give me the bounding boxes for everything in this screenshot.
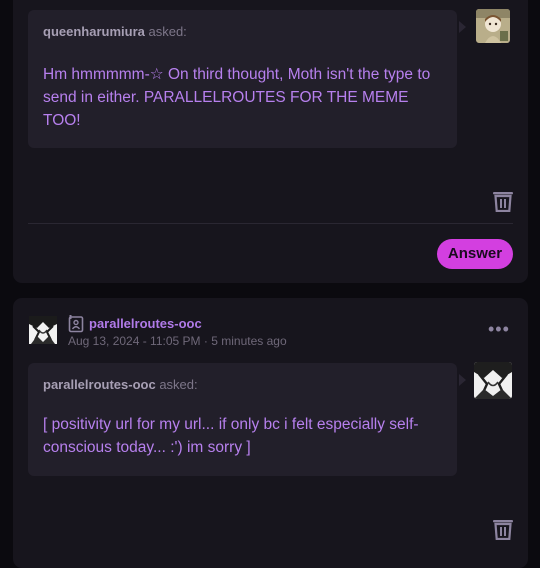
question-text: [ positivity url for my url... if only b… [43, 416, 419, 456]
question-text: Hm hmmmmm-☆ On third thought, Moth isn't… [43, 66, 431, 129]
poster-avatar[interactable] [29, 316, 57, 344]
asked-label: asked: [159, 377, 198, 392]
asker-line: queenharumiura asked: [43, 24, 187, 39]
asker-name[interactable]: queenharumiura [43, 24, 145, 39]
ask-card-1: queenharumiura asked: Hm hmmmmm-☆ On thi… [13, 0, 528, 283]
post-meta: Aug 13, 2024 - 11:05 PM · 5 minutes ago [68, 334, 287, 348]
trash-icon[interactable] [493, 518, 513, 540]
ask-bubble: parallelroutes-ooc asked: [ positivity u… [28, 363, 457, 476]
ask-card-2: parallelroutes-ooc Aug 13, 2024 - 11:05 … [13, 298, 528, 568]
more-options-icon[interactable]: ••• [488, 319, 510, 340]
answer-button[interactable]: Answer [437, 239, 513, 269]
meta-separator: · [203, 334, 208, 348]
bubble-tail [459, 374, 466, 386]
asker-avatar[interactable] [474, 362, 512, 399]
bubble-tail [459, 21, 466, 33]
trash-icon[interactable] [493, 190, 513, 212]
asker-name[interactable]: parallelroutes-ooc [43, 377, 156, 392]
blog-name[interactable]: parallelroutes-ooc [89, 316, 202, 331]
asked-label: asked: [148, 24, 187, 39]
post-relative-time: 5 minutes ago [211, 334, 287, 348]
ask-bubble: queenharumiura asked: Hm hmmmmm-☆ On thi… [28, 10, 457, 148]
post-date: Aug 13, 2024 - 11:05 PM [68, 334, 201, 348]
asker-avatar[interactable] [476, 9, 510, 43]
divider [28, 223, 513, 224]
asker-line: parallelroutes-ooc asked: [43, 377, 198, 392]
blog-icon [68, 315, 84, 333]
